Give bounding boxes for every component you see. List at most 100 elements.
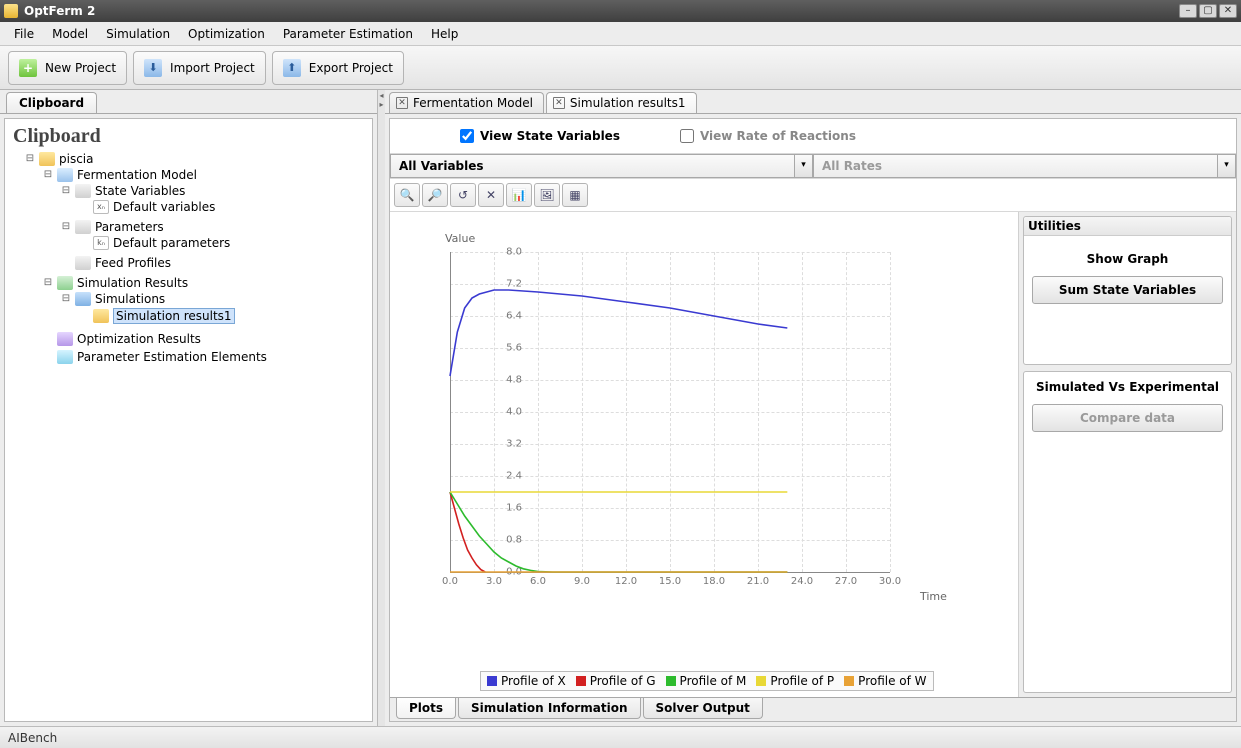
minimize-button[interactable]: – bbox=[1179, 4, 1197, 18]
tab-solver-output[interactable]: Solver Output bbox=[643, 698, 763, 719]
tab-simulation-information[interactable]: Simulation Information bbox=[458, 698, 640, 719]
simulations-icon bbox=[75, 292, 91, 306]
splitter-collapse-left-icon[interactable]: ◂ bbox=[379, 92, 383, 100]
export-chart-button[interactable]: 🖼 bbox=[534, 183, 560, 207]
tree-parameters[interactable]: Parameters bbox=[95, 220, 164, 234]
simulated-vs-experimental-label: Simulated Vs Experimental bbox=[1032, 380, 1223, 394]
tree-simulations[interactable]: Simulations bbox=[95, 292, 165, 306]
dropdown-icon: ▾ bbox=[1218, 154, 1236, 178]
title-bar: OptFerm 2 – ▢ ✕ bbox=[0, 0, 1241, 22]
close-tab-icon[interactable]: ✕ bbox=[553, 97, 565, 109]
zoom-in-button[interactable]: 🔍 bbox=[394, 183, 420, 207]
menu-optimization[interactable]: Optimization bbox=[180, 25, 273, 43]
window-title: OptFerm 2 bbox=[24, 4, 1179, 18]
all-variables-value: All Variables bbox=[390, 154, 795, 178]
sum-state-variables-button[interactable]: Sum State Variables bbox=[1032, 276, 1223, 304]
clipboard-panel: Clipboard Clipboard ⊟ piscia bbox=[0, 90, 378, 726]
new-project-icon bbox=[19, 59, 37, 77]
splitter-handle[interactable]: ◂ ▸ bbox=[378, 90, 385, 726]
new-project-button[interactable]: New Project bbox=[8, 51, 127, 85]
import-project-icon bbox=[144, 59, 162, 77]
chart-x-title: Time bbox=[920, 590, 947, 603]
zoom-out-button[interactable]: 🔎 bbox=[422, 183, 448, 207]
splitter-collapse-right-icon[interactable]: ▸ bbox=[379, 101, 383, 109]
export-project-label: Export Project bbox=[309, 61, 393, 75]
tab-simulation-results1[interactable]: ✕ Simulation results1 bbox=[546, 92, 697, 113]
app-icon bbox=[4, 4, 18, 18]
export-project-button[interactable]: Export Project bbox=[272, 51, 404, 85]
tree-default-parameters[interactable]: Default parameters bbox=[113, 236, 230, 250]
utilities-header: Utilities bbox=[1024, 217, 1231, 236]
menu-parameter-estimation[interactable]: Parameter Estimation bbox=[275, 25, 421, 43]
view-rate-of-reactions-checkbox[interactable]: View Rate of Reactions bbox=[680, 129, 856, 143]
maximize-button[interactable]: ▢ bbox=[1199, 4, 1217, 18]
tree-fermentation-model[interactable]: Fermentation Model bbox=[77, 168, 197, 182]
chart-legend: Profile of XProfile of GProfile of MProf… bbox=[480, 671, 934, 691]
list-icon bbox=[75, 184, 91, 198]
all-rates-select: All Rates ▾ bbox=[813, 154, 1236, 178]
import-project-label: Import Project bbox=[170, 61, 255, 75]
view-state-variables-input[interactable] bbox=[460, 129, 474, 143]
twisty-icon[interactable]: ⊟ bbox=[25, 154, 35, 164]
tree-root[interactable]: piscia bbox=[59, 152, 94, 166]
project-tree[interactable]: ⊟ piscia ⊟ Fermentation Model bbox=[7, 150, 370, 368]
simulation-results-icon bbox=[57, 276, 73, 290]
crosshair-button[interactable]: ✕ bbox=[478, 183, 504, 207]
result-icon bbox=[93, 309, 109, 323]
chart-options-button[interactable]: 📊 bbox=[506, 183, 532, 207]
content-panel: ✕ Fermentation Model ✕ Simulation result… bbox=[385, 90, 1241, 726]
chart-y-title: Value bbox=[445, 232, 475, 245]
close-button[interactable]: ✕ bbox=[1219, 4, 1237, 18]
all-variables-select[interactable]: All Variables ▾ bbox=[390, 154, 813, 178]
tree-simulation-results[interactable]: Simulation Results bbox=[77, 276, 188, 290]
view-state-variables-checkbox[interactable]: View State Variables bbox=[460, 129, 620, 143]
new-project-label: New Project bbox=[45, 61, 116, 75]
model-icon bbox=[57, 168, 73, 182]
import-project-button[interactable]: Import Project bbox=[133, 51, 266, 85]
twisty-icon[interactable]: ⊟ bbox=[61, 222, 71, 232]
menu-model[interactable]: Model bbox=[44, 25, 96, 43]
tree-parameter-estimation-elements[interactable]: Parameter Estimation Elements bbox=[77, 350, 267, 364]
menu-file[interactable]: File bbox=[6, 25, 42, 43]
menu-help[interactable]: Help bbox=[423, 25, 466, 43]
tab-fermentation-model[interactable]: ✕ Fermentation Model bbox=[389, 92, 544, 113]
chart-toolbar: 🔍 🔎 ↺ ✕ 📊 🖼 ▦ bbox=[390, 179, 1236, 212]
list-icon bbox=[75, 256, 91, 270]
parameter-icon: kₙ bbox=[93, 236, 109, 250]
tree-state-variables[interactable]: State Variables bbox=[95, 184, 185, 198]
dropdown-icon[interactable]: ▾ bbox=[795, 154, 813, 178]
tree-default-variables[interactable]: Default variables bbox=[113, 200, 215, 214]
status-bar: AIBench bbox=[0, 726, 1241, 748]
folder-icon bbox=[39, 152, 55, 166]
twisty-icon[interactable]: ⊟ bbox=[43, 170, 53, 180]
clipboard-header: Clipboard bbox=[7, 123, 370, 150]
twisty-icon[interactable]: ⊟ bbox=[61, 294, 71, 304]
view-state-variables-label: View State Variables bbox=[480, 129, 620, 143]
twisty-icon[interactable]: ⊟ bbox=[61, 186, 71, 196]
tab-simulation-results1-label: Simulation results1 bbox=[570, 96, 686, 110]
chart-area[interactable]: Value 0.00.81.62.43.24.04.85.66.47.28.00… bbox=[390, 212, 1018, 697]
status-text: AIBench bbox=[8, 731, 57, 745]
view-rate-of-reactions-input[interactable] bbox=[680, 129, 694, 143]
tree-simulation-results1[interactable]: Simulation results1 bbox=[113, 308, 235, 324]
menu-simulation[interactable]: Simulation bbox=[98, 25, 178, 43]
tree-feed-profiles[interactable]: Feed Profiles bbox=[95, 256, 171, 270]
list-icon bbox=[75, 220, 91, 234]
optimization-results-icon bbox=[57, 332, 73, 346]
tab-clipboard[interactable]: Clipboard bbox=[6, 92, 97, 113]
main-toolbar: New Project Import Project Export Projec… bbox=[0, 46, 1241, 90]
variable-icon: xₙ bbox=[93, 200, 109, 214]
twisty-icon[interactable]: ⊟ bbox=[43, 278, 53, 288]
tab-plots[interactable]: Plots bbox=[396, 698, 456, 719]
close-tab-icon[interactable]: ✕ bbox=[396, 97, 408, 109]
menu-bar: File Model Simulation Optimization Param… bbox=[0, 22, 1241, 46]
data-table-button[interactable]: ▦ bbox=[562, 183, 588, 207]
utilities-panel: Utilities Show Graph Sum State Variables… bbox=[1018, 212, 1236, 697]
compare-data-button: Compare data bbox=[1032, 404, 1223, 432]
tree-optimization-results[interactable]: Optimization Results bbox=[77, 332, 201, 346]
view-rate-of-reactions-label: View Rate of Reactions bbox=[700, 129, 856, 143]
all-rates-value: All Rates bbox=[813, 154, 1218, 178]
export-project-icon bbox=[283, 59, 301, 77]
parameter-estimation-icon bbox=[57, 350, 73, 364]
reset-zoom-button[interactable]: ↺ bbox=[450, 183, 476, 207]
